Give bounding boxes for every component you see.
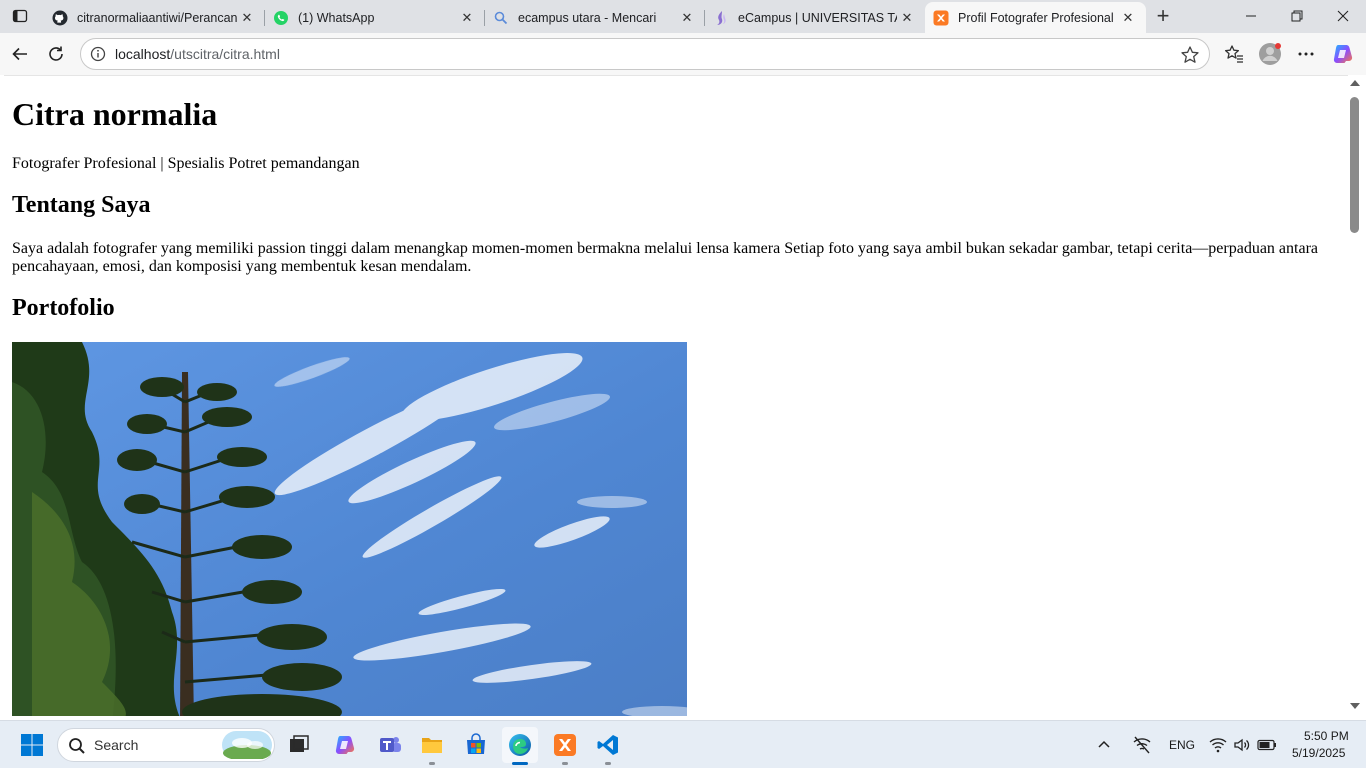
ecampus-icon [713,10,729,26]
xampp-icon [933,10,949,26]
tab-title: ecampus utara - Mencari [518,10,657,25]
about-text: Saya adalah fotografer yang memiliki pas… [12,240,1318,275]
page-tagline: Fotografer Profesional | Spesialis Potre… [12,155,360,172]
wifi-icon[interactable] [1206,727,1230,763]
more-options-icon[interactable] [1294,42,1318,66]
tab-title: (1) WhatsApp [298,10,375,25]
url-text: localhost/utscitra/citra.html [115,46,280,62]
close-icon[interactable]: ✕ [677,8,697,28]
browser-toolbar: localhost/utscitra/citra.html [0,33,1366,75]
tab-profil-fotografer[interactable]: Profil Fotografer Profesional ✕ [925,2,1146,33]
clock-date[interactable]: 5/19/2025 [1292,746,1345,760]
xampp-taskbar-icon[interactable] [547,727,583,765]
task-view-icon[interactable] [281,727,317,763]
url-host: localhost [115,46,171,62]
favorites-icon[interactable] [1222,42,1246,66]
restore-icon[interactable] [1274,0,1320,32]
page-viewport: Citra normalia Fotografer Profesional | … [4,75,1348,716]
teams-icon[interactable] [372,727,408,763]
scroll-down-icon[interactable] [1350,703,1360,709]
favorite-star-icon[interactable] [1180,45,1200,65]
tab-ecampus[interactable]: eCampus | UNIVERSITAS TANG ✕ [705,2,925,33]
github-icon [52,10,68,26]
volume-icon[interactable] [1230,727,1254,763]
microsoft-store-icon[interactable] [458,727,494,763]
back-icon[interactable] [6,40,34,68]
new-tab-icon[interactable]: + [1150,3,1176,28]
chevron-up-icon[interactable] [1092,727,1116,763]
battery-icon[interactable] [1254,727,1280,763]
close-icon[interactable]: ✕ [457,8,477,28]
tab-title: eCampus | UNIVERSITAS TANG [738,10,897,25]
tab-title: citranormaliaantiwi/Perancang [77,10,237,25]
portfolio-heading: Portofolio [12,295,115,321]
tab-search[interactable]: ecampus utara - Mencari ✕ [485,2,705,33]
tab-actions-icon[interactable] [8,5,32,27]
copilot-icon[interactable] [1331,42,1355,66]
whatsapp-icon [273,10,289,26]
address-bar[interactable]: localhost/utscitra/citra.html [80,38,1210,70]
edge-browser-icon[interactable] [502,727,538,765]
copilot-taskbar-icon[interactable] [327,727,363,763]
tab-github[interactable]: citranormaliaantiwi/Perancang ✕ [44,2,265,33]
scroll-thumb[interactable] [1350,97,1359,233]
close-window-icon[interactable] [1320,0,1366,32]
tab-whatsapp[interactable]: (1) WhatsApp ✕ [265,2,485,33]
tab-strip: citranormaliaantiwi/Perancang ✕ (1) What… [0,0,1366,33]
search-highlight-image [222,731,272,764]
search-icon [68,737,86,760]
clock-time[interactable]: 5:50 PM [1304,729,1349,743]
vscode-icon[interactable] [590,727,626,765]
close-icon[interactable]: ✕ [897,8,917,28]
taskbar-search[interactable]: Search [57,728,275,762]
close-icon[interactable]: ✕ [1118,8,1138,28]
minimize-icon[interactable] [1228,0,1274,32]
page-scrollbar[interactable] [1348,75,1362,716]
refresh-icon[interactable] [42,40,70,68]
url-path: /utscitra/citra.html [170,46,280,62]
portfolio-photo [12,342,687,716]
search-label: Search [94,737,139,753]
tab-title: Profil Fotografer Profesional [958,10,1114,25]
close-icon[interactable]: ✕ [237,8,257,28]
windows-start-icon[interactable] [14,727,50,763]
language-indicator[interactable]: ENG [1169,738,1195,752]
about-heading: Tentang Saya [12,192,151,218]
page-title: Citra normalia [12,96,218,132]
file-explorer-icon[interactable] [414,727,450,765]
info-icon[interactable] [90,46,106,62]
scroll-up-icon[interactable] [1350,80,1360,86]
network-offline-icon[interactable] [1128,727,1156,763]
profile-avatar-icon[interactable] [1258,42,1282,66]
taskbar: Search ENG 5:50 PM 5/19/2025 [0,720,1366,768]
search-icon [493,10,509,26]
